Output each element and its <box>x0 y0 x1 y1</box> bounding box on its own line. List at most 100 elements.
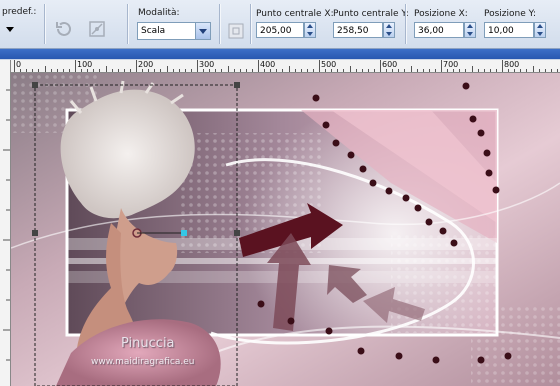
ruler-tick <box>38 69 40 72</box>
separator <box>44 4 46 44</box>
ruler-label: 500 <box>321 60 337 69</box>
ruler-tick <box>300 69 302 72</box>
ruler-tick <box>221 69 223 72</box>
ruler-tick <box>44 66 46 72</box>
ruler-tick <box>117 69 119 72</box>
ruler-label: 600 <box>382 60 398 69</box>
ruler-label: 700 <box>443 60 459 69</box>
separator <box>405 4 407 44</box>
artwork-graphic <box>11 73 560 386</box>
ruler-tick <box>367 69 369 72</box>
ruler-tick <box>282 69 284 72</box>
ruler-tick <box>502 60 503 72</box>
ruler-tick <box>489 69 491 72</box>
center-y-field[interactable]: 258,50 <box>333 22 383 38</box>
center-x-spinner[interactable] <box>304 22 316 38</box>
ruler-tick <box>404 69 406 72</box>
ruler-tick <box>111 69 113 72</box>
ruler-tick <box>337 69 339 72</box>
ruler-tick <box>129 69 131 72</box>
ruler-label: 0 <box>16 60 22 69</box>
ruler-tick <box>373 69 375 72</box>
ruler-tick <box>550 69 552 72</box>
ruler-horizontal: 0 100 200 300 400 500 600 700 800 <box>10 60 560 73</box>
ruler-vertical <box>0 60 11 386</box>
separator <box>127 4 129 44</box>
ruler-tick <box>245 69 247 72</box>
mode-select[interactable]: Scala <box>137 22 211 40</box>
ruler-tick <box>459 69 461 72</box>
ruler-label: 200 <box>138 60 154 69</box>
ruler-tick <box>276 69 278 72</box>
ruler-tick <box>331 69 333 72</box>
ruler-tick <box>453 69 455 72</box>
ruler-tick <box>203 69 205 72</box>
ruler-tick <box>62 69 64 72</box>
ruler-tick <box>392 69 394 72</box>
ruler-tick <box>166 66 168 72</box>
preset-dropdown-arrow[interactable] <box>6 27 14 32</box>
center-x-label: Punto centrale X: <box>256 9 334 19</box>
ruler-tick <box>136 60 137 72</box>
pos-x-spinner[interactable] <box>464 22 476 38</box>
ruler-tick <box>434 69 436 72</box>
ruler-tick <box>105 66 107 72</box>
ruler-tick <box>526 69 528 72</box>
ruler-tick <box>306 69 308 72</box>
ruler-tick <box>50 69 52 72</box>
ruler-tick <box>532 66 534 72</box>
mode-select-value: Scala <box>141 26 166 36</box>
ruler-tick <box>361 69 363 72</box>
ruler-tick <box>544 69 546 72</box>
pick-tool-icon[interactable] <box>224 20 248 42</box>
ruler-tick <box>154 69 156 72</box>
ruler-tick <box>264 69 266 72</box>
ruler-tick <box>209 69 211 72</box>
pos-x-field[interactable]: 36,00 <box>414 22 464 38</box>
ruler-tick <box>349 66 351 72</box>
pos-x-label: Posizione X: <box>414 9 468 19</box>
ruler-tick <box>178 69 180 72</box>
ruler-tick <box>319 60 320 72</box>
ruler-tick <box>233 69 235 72</box>
mode-label: Modalità: <box>138 8 180 18</box>
image-canvas[interactable]: Pinuccia www.maidiragrafica.eu <box>11 73 560 386</box>
separator <box>219 4 221 44</box>
ruler-tick <box>190 69 192 72</box>
preset-group: predef.: <box>0 0 44 48</box>
ruler-tick <box>410 66 412 72</box>
ruler-tick <box>14 60 15 72</box>
ruler-tick <box>148 69 150 72</box>
ruler-tick <box>81 69 83 72</box>
ruler-tick <box>68 69 70 72</box>
chevron-down-icon[interactable] <box>195 23 210 39</box>
ruler-tick <box>538 69 540 72</box>
ruler-tick <box>416 69 418 72</box>
ruler-tick <box>288 66 290 72</box>
center-x-field[interactable]: 205,00 <box>256 22 304 38</box>
ruler-tick <box>75 60 76 72</box>
pos-y-field[interactable]: 10,00 <box>484 22 534 38</box>
ruler-tick <box>172 69 174 72</box>
ruler-tick <box>294 69 296 72</box>
ruler-tick <box>123 69 125 72</box>
ruler-tick <box>343 69 345 72</box>
pos-y-spinner[interactable] <box>534 22 546 38</box>
ruler-tick <box>428 69 430 72</box>
ruler-tick <box>251 69 253 72</box>
toolbar: predef.: Modalità: Scala Punto centrale … <box>0 0 560 49</box>
center-y-spinner[interactable] <box>383 22 395 38</box>
ruler-tick <box>380 60 381 72</box>
ruler-tick <box>26 69 28 72</box>
preset-label: predef.: <box>2 7 37 17</box>
ruler-tick <box>495 69 497 72</box>
deform-icon[interactable] <box>85 18 109 40</box>
ruler-tick <box>32 69 34 72</box>
ruler-tick <box>160 69 162 72</box>
ruler-tick <box>441 60 442 72</box>
ruler-label: 300 <box>199 60 215 69</box>
ruler-tick <box>197 60 198 72</box>
ruler-label: 800 <box>504 60 520 69</box>
reset-icon[interactable] <box>52 18 76 40</box>
ruler-tick <box>93 69 95 72</box>
